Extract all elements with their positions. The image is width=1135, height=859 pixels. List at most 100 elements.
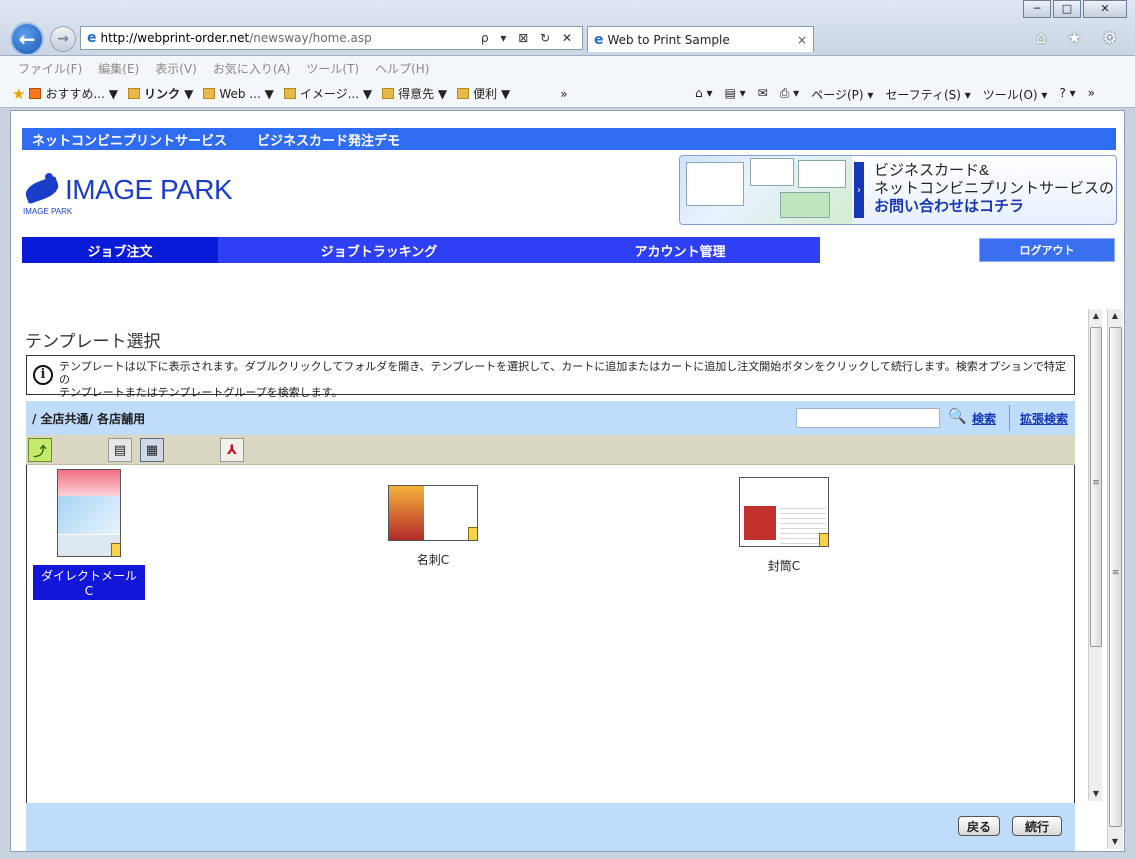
list-view-icon[interactable]: ▤ [108,438,132,462]
menu-bar: ファイル(F) 編集(E) 表示(V) お気に入り(A) ツール(T) ヘルプ(… [0,56,1135,80]
fav-useful[interactable]: 便利 ▼ [457,85,510,102]
scroll-down-icon[interactable]: ▼ [1089,787,1103,801]
fav-clients[interactable]: 得意先 ▼ [382,85,447,102]
note-icon [111,543,120,556]
fav-web[interactable]: Web ... ▼ [203,86,274,101]
window-controls: ─ □ ✕ [1021,0,1127,18]
contact-banner[interactable]: › ビジネスカード& ネットコンビニプリントサービスの お問い合わせはコチラ [679,155,1117,225]
command-overflow[interactable]: » [1088,86,1095,103]
fav-useful-label: 便利 ▼ [473,87,511,101]
minimize-button[interactable]: ─ [1023,0,1051,18]
logo-mark-icon [22,173,62,207]
fav-links-label: リンク ▼ [143,87,194,101]
continue-button[interactable]: 続行 [1012,816,1062,836]
back-button[interactable]: 戻る [958,816,1000,836]
fav-image[interactable]: イメージ... ▼ [283,85,372,102]
safety-menu[interactable]: セーフティ(S) ▾ [885,86,970,103]
banner-line1: ビジネスカード& [874,162,990,179]
logo-subtext: IMAGE PARK [23,207,73,216]
home-star-gear-icons[interactable]: ⌂ ★ ⚙ [1036,28,1125,47]
menu-help[interactable]: ヘルプ(H) [375,60,429,77]
help-icon[interactable]: ? ▾ [1059,86,1075,103]
banner-line3: お問い合わせはコチラ [874,198,1025,215]
search-input[interactable] [796,408,940,428]
outer-scrollbar[interactable]: ▲ ≡ ▼ [1107,309,1123,849]
scroll-up-icon[interactable]: ▲ [1089,309,1103,323]
divider [1009,405,1010,431]
menu-tools[interactable]: ツール(T) [306,60,359,77]
inner-scrollbar[interactable]: ▲ ≡ ▼ [1088,309,1102,801]
info-message: i テンプレートは以下に表示されます。ダブルクリックしてフォルダを開き、テンプレ… [26,355,1075,399]
header-link-bizcard[interactable]: ビジネスカード発注デモ [257,130,400,149]
forward-icon[interactable]: → [50,26,76,52]
template-thumbnail [57,469,121,557]
header-link-netconvini[interactable]: ネットコンビニプリントサービス [32,130,227,149]
info-line1: テンプレートは以下に表示されます。ダブルクリックしてフォルダを開き、テンプレート… [59,360,1066,386]
template-item-envelope[interactable]: 封筒C [731,477,837,576]
fav-web-label: Web ... ▼ [219,86,274,101]
page-viewport: ネットコンビニプリントサービス ビジネスカード発注デモ IMAGE PARK I… [10,110,1125,852]
site-header: ネットコンビニプリントサービス ビジネスカード発注デモ [22,128,1116,150]
home-icon[interactable]: ⌂ ▾ [695,86,712,103]
menu-view[interactable]: 表示(V) [155,60,197,77]
thumbnail-view-icon[interactable]: ▦ [140,438,164,462]
note-icon [819,533,828,546]
search-icon[interactable]: 🔍 [948,407,967,425]
print-icon[interactable]: ⎙ ▾ [780,86,799,103]
fav-links[interactable]: リンク ▼ [127,85,194,102]
favorites-overflow[interactable]: » [560,87,567,101]
logo[interactable]: IMAGE PARK [22,173,233,207]
page-scroll-up-icon[interactable]: ▲ [1108,309,1122,323]
nav-job-order[interactable]: ジョブ注文 [22,237,218,263]
banner-arrow-icon: › [854,162,864,218]
advanced-search-link[interactable]: 拡張検索 [1020,410,1068,427]
template-label: ダイレクトメールC [33,565,145,600]
info-icon: i [33,365,53,385]
pdf-icon[interactable]: ⅄ [220,438,244,462]
menu-edit[interactable]: 編集(E) [98,60,139,77]
tab-title: Web to Print Sample [607,32,730,47]
back-icon[interactable]: ← [10,22,44,56]
folder-icon [127,88,140,99]
browser-tab[interactable]: e Web to Print Sample × [587,26,814,52]
breadcrumb[interactable]: / 全店共通/ 各店舗用 [32,410,145,427]
up-folder-icon[interactable]: ⤴ [28,438,52,462]
template-item-dm[interactable]: ダイレクトメールC [33,469,145,600]
maximize-button[interactable]: □ [1053,0,1081,18]
address-bar[interactable]: e http://webprint-order.net /newsway/hom… [80,26,583,50]
fav-recommended[interactable]: おすすめ... ▼ [29,85,118,102]
logout-button[interactable]: ログアウト [979,238,1115,262]
nav-account-management[interactable]: アカウント管理 [540,237,820,263]
template-thumbnail [388,485,478,541]
address-tools[interactable]: ρ ▾ ⊠ ↻ ✕ [481,31,576,45]
banner-image [680,156,852,224]
menu-favorites[interactable]: お気に入り(A) [213,60,291,77]
scroll-grip-icon: ≡ [1092,478,1100,488]
page-scroll-grip-icon: ≡ [1111,568,1120,578]
folder-icon [29,88,42,99]
page-menu[interactable]: ページ(P) ▾ [811,86,873,103]
template-item-meishi[interactable]: 名刺C [383,485,483,570]
favorites-star-icon[interactable]: ★ [12,85,25,103]
mail-icon[interactable]: ✉ [758,86,768,103]
file-toolbar: ⤴ ▤ ▦ ⅄ [26,435,1075,465]
main-nav: ジョブ注文 ジョブトラッキング アカウント管理 [22,237,820,263]
search-link[interactable]: 検索 [972,410,996,427]
close-window-button[interactable]: ✕ [1083,0,1127,18]
template-label: 名刺C [416,553,450,567]
fav-recommended-label: おすすめ... ▼ [45,87,118,101]
banner-text: ビジネスカード& ネットコンビニプリントサービスの お問い合わせはコチラ [874,162,1114,216]
template-grid: ダイレクトメールC 名刺C 封筒C [26,465,1075,803]
menu-file[interactable]: ファイル(F) [18,60,82,77]
feeds-icon[interactable]: ▤ ▾ [724,86,745,103]
tab-close-icon[interactable]: × [797,33,807,47]
tools-menu[interactable]: ツール(O) ▾ [983,86,1048,103]
nav-job-tracking[interactable]: ジョブトラッキング [218,237,540,263]
page-scroll-down-icon[interactable]: ▼ [1108,835,1122,849]
url-path: /newsway/home.asp [249,31,372,45]
folder-icon [283,88,296,99]
page-scroll-thumb[interactable]: ≡ [1109,327,1122,827]
folder-icon [457,88,470,99]
scroll-thumb[interactable]: ≡ [1090,327,1102,647]
template-label: 封筒C [767,559,801,573]
